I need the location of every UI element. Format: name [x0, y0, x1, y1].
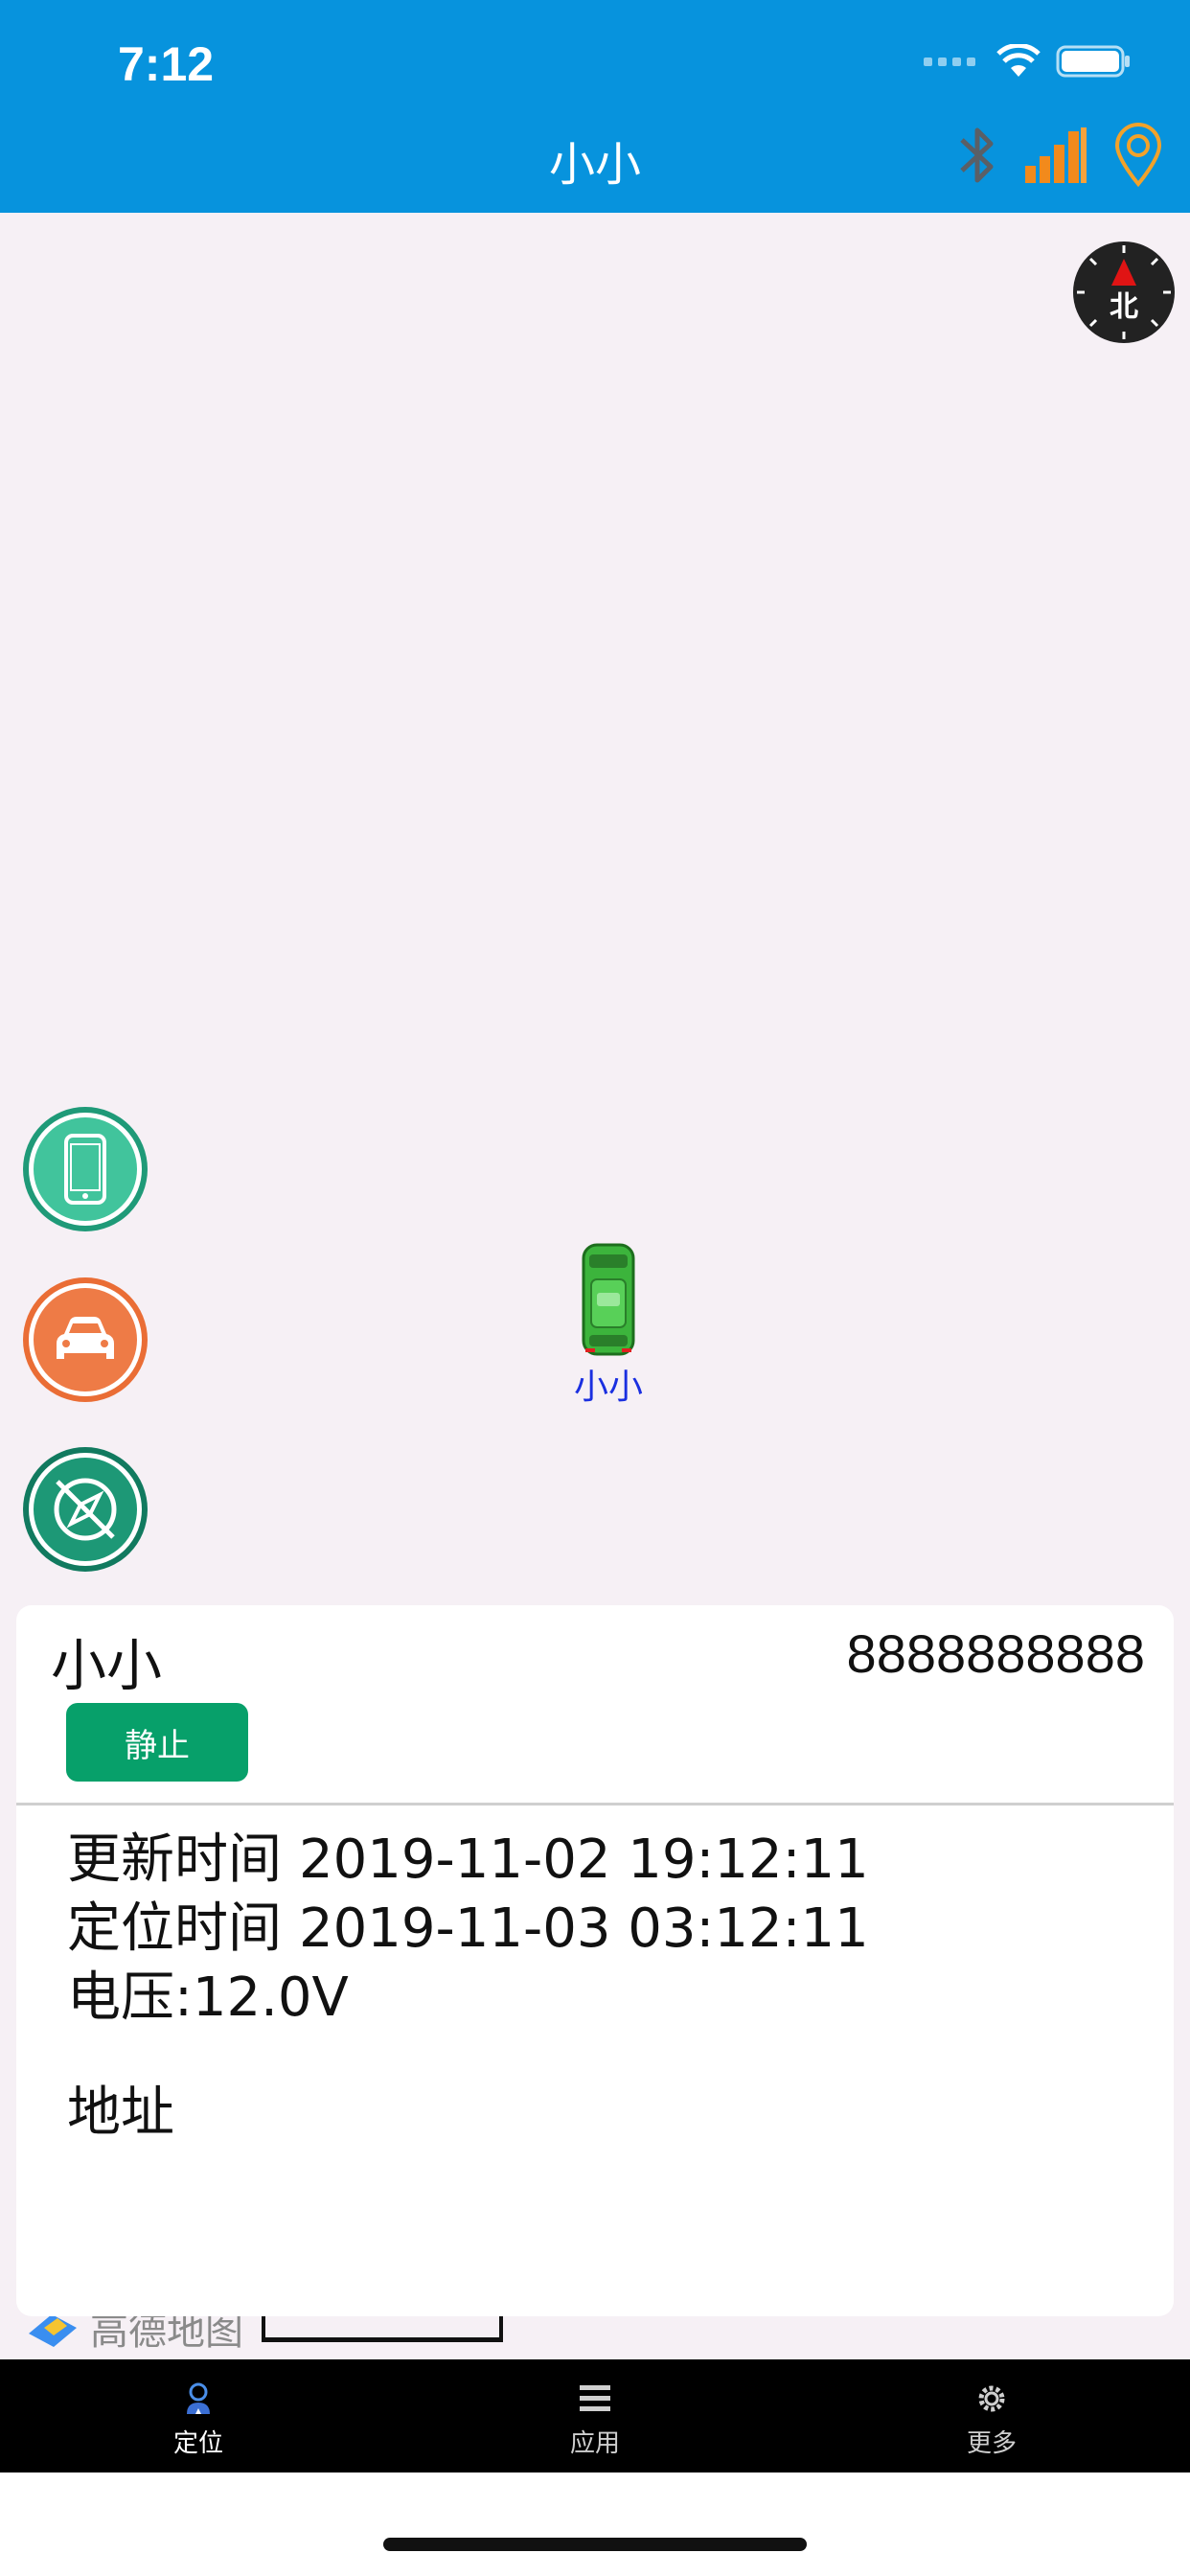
update-time-label: 更新时间	[67, 1828, 282, 1891]
tab-bar: 定位 应用 更多	[0, 2359, 1190, 2472]
wifi-icon	[996, 44, 1041, 77]
location-pin-icon[interactable]	[1113, 123, 1163, 188]
home-indicator[interactable]	[383, 2538, 807, 2551]
vehicle-info-card: 小小 8888888888 静止 更新时间 2019-11-02 19:12:11…	[16, 1605, 1174, 2316]
menu-icon	[580, 2384, 610, 2411]
card-divider	[16, 1803, 1174, 1806]
bluetooth-icon[interactable]	[956, 123, 998, 188]
tab-label: 应用	[569, 2428, 620, 2458]
update-time-value: 2019-11-02 19:12:11	[299, 1828, 869, 1891]
cellular-icon	[924, 57, 975, 66]
car-location-button[interactable]	[23, 1277, 148, 1402]
status-indicators	[924, 44, 1133, 79]
vehicle-name-label: 小小	[573, 1368, 643, 1407]
compass-navigation-icon	[54, 1478, 117, 1541]
tab-more[interactable]: 更多	[793, 2359, 1190, 2472]
car-icon	[57, 1317, 114, 1359]
battery-icon	[1056, 45, 1130, 78]
vehicle-marker-icon[interactable]	[580, 1241, 637, 1358]
gear-icon	[978, 2385, 1005, 2411]
signal-bars-icon[interactable]	[1023, 126, 1088, 185]
status-time: 7:12	[118, 37, 215, 91]
location-user-icon	[187, 2382, 210, 2414]
tab-locate[interactable]: 定位	[0, 2359, 397, 2472]
device-name: 小小	[51, 1633, 163, 1698]
compass-icon[interactable]: 北	[1071, 240, 1177, 345]
header-actions	[956, 123, 1163, 188]
phone-location-button[interactable]	[23, 1107, 148, 1231]
home-indicator-area	[0, 2472, 1190, 2576]
tab-label: 更多	[966, 2428, 1017, 2458]
status-badge[interactable]: 静止	[66, 1703, 248, 1782]
voltage-text: 电压:12.0V	[67, 1966, 349, 2029]
app-screen: 7:12 小小 北 小小 高德地图 小小 8888888888 静止 更新时间 …	[0, 0, 1190, 2576]
update-time-row: 更新时间 2019-11-02 19:12:11	[67, 1816, 869, 1894]
navigation-button[interactable]	[23, 1447, 148, 1572]
locate-time-row: 定位时间 2019-11-03 03:12:11	[67, 1885, 869, 1963]
tab-label: 定位	[172, 2428, 223, 2458]
phone-icon	[64, 1134, 106, 1205]
locate-time-value: 2019-11-03 03:12:11	[299, 1898, 869, 1960]
address-label: 地址	[67, 2082, 174, 2144]
locate-time-label: 定位时间	[67, 1898, 282, 1960]
header: 7:12 小小	[0, 0, 1190, 213]
device-phone-number: 8888888888	[846, 1623, 1145, 1684]
tab-apps[interactable]: 应用	[397, 2359, 793, 2472]
svg-text:北: 北	[1110, 290, 1138, 324]
